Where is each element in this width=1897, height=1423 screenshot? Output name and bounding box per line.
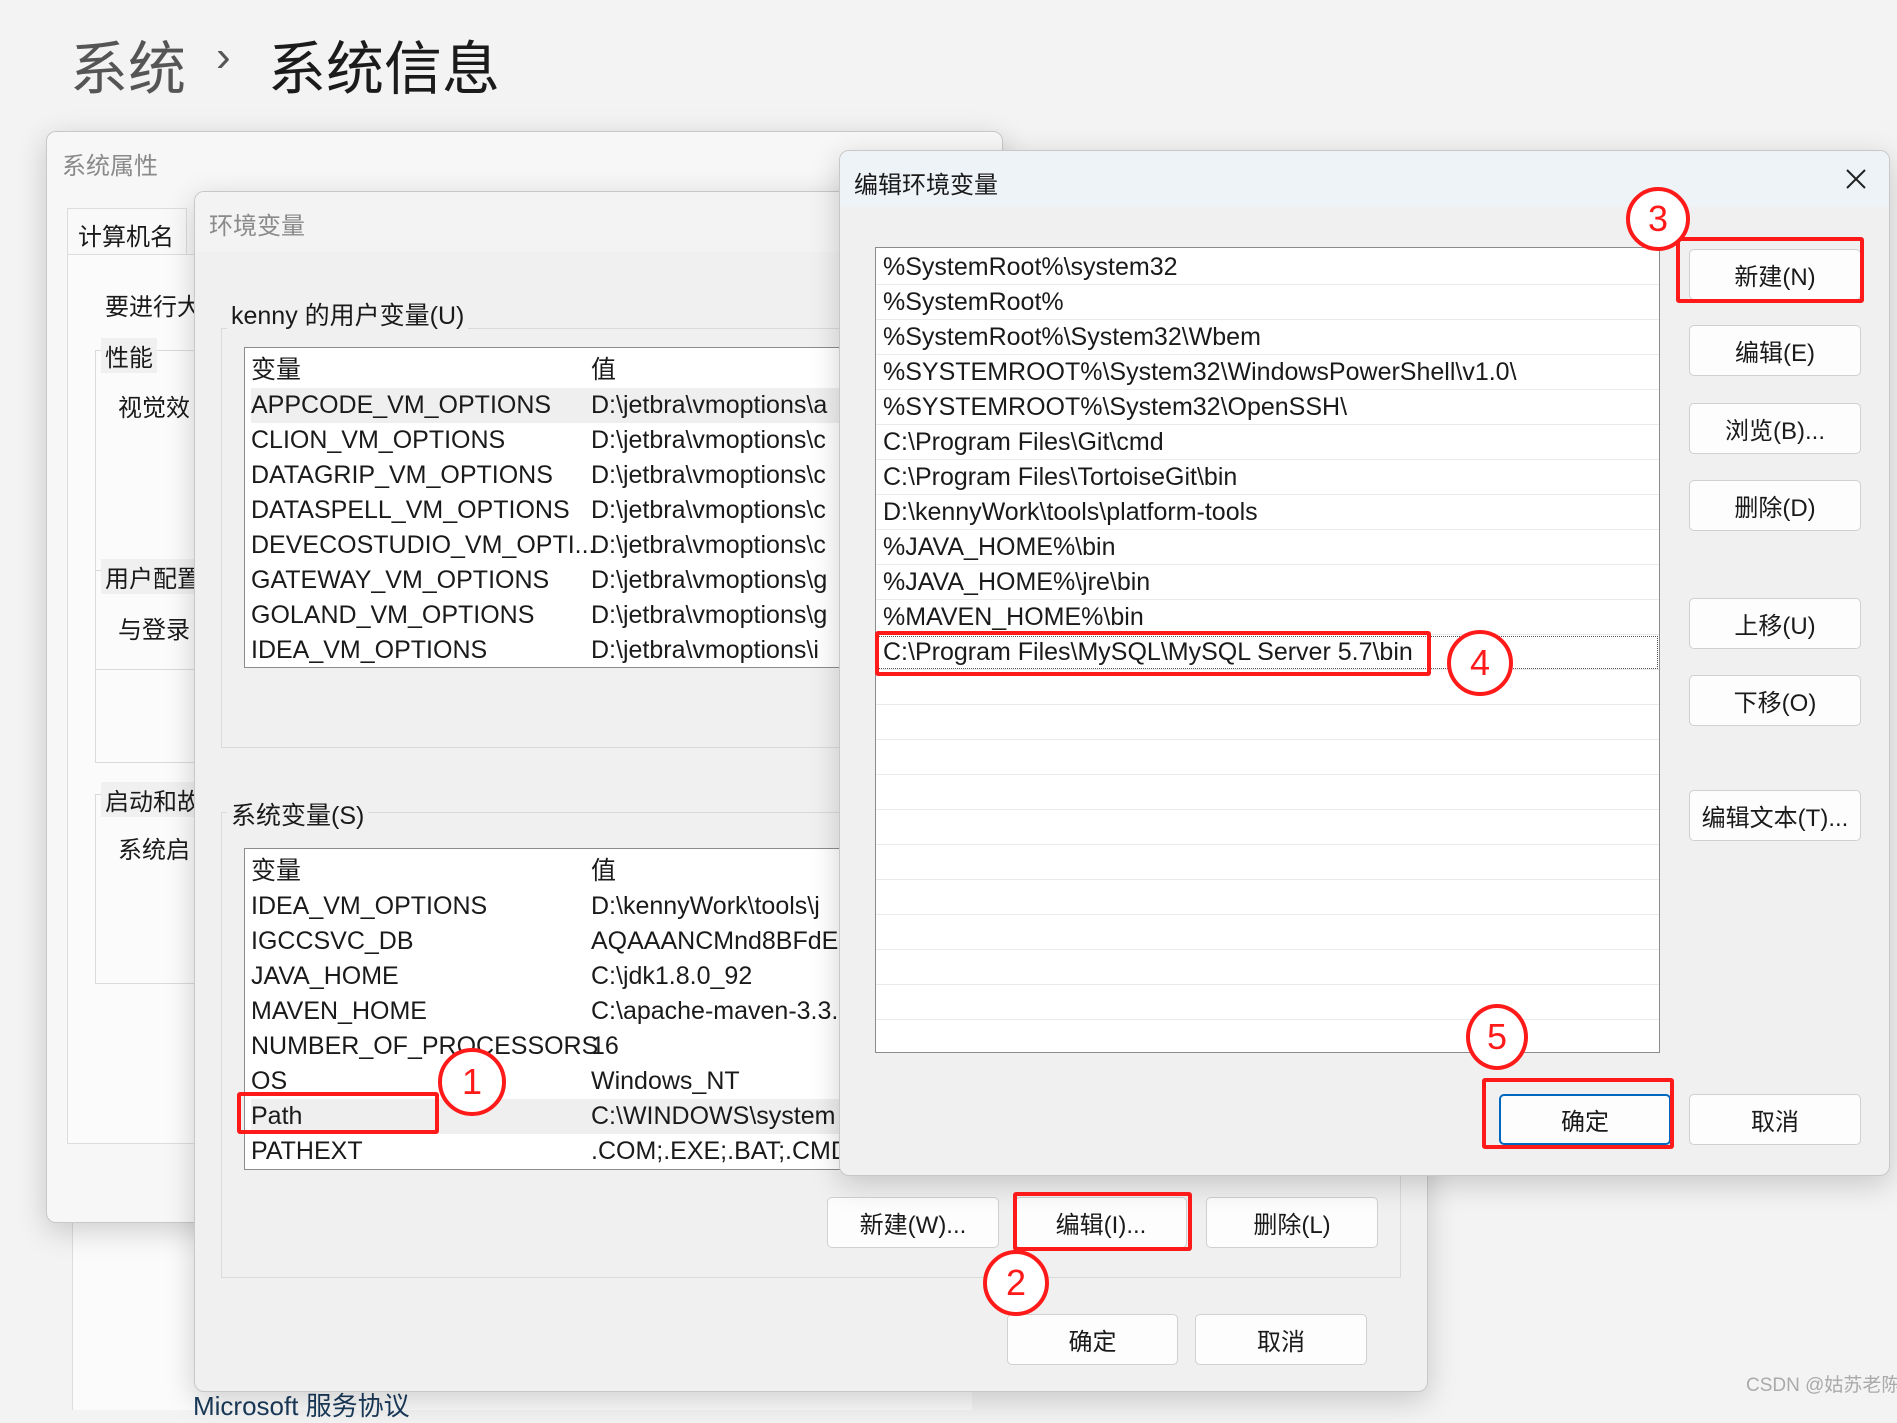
variable-value: D:\kennyWork\tools\j (591, 892, 820, 920)
variable-value: 16 (591, 1032, 619, 1060)
performance-text: 视觉效 (118, 395, 190, 422)
move-up-button[interactable]: 上移(U) (1689, 598, 1861, 649)
delete-path-button[interactable]: 删除(D) (1689, 480, 1861, 531)
empty-list-row[interactable] (876, 915, 1659, 950)
variable-name: DEVECOSTUDIO_VM_OPTI... (251, 531, 596, 559)
move-down-button[interactable]: 下移(O) (1689, 675, 1861, 726)
user-profiles-text: 与登录 (118, 617, 190, 644)
variable-name: GOLAND_VM_OPTIONS (251, 601, 535, 629)
empty-list-row[interactable] (876, 810, 1659, 845)
variable-value: D:\jetbra\vmoptions\g (591, 601, 828, 629)
cancel-button[interactable]: 取消 (1689, 1094, 1861, 1145)
variable-name: IDEA_VM_OPTIONS (251, 636, 488, 664)
user-profiles-label: 用户配置 (101, 559, 205, 594)
variable-value: D:\jetbra\vmoptions\c (591, 461, 826, 489)
page-title: 系统信息 (268, 37, 501, 102)
edit-text-button[interactable]: 编辑文本(T)... (1689, 790, 1861, 841)
variable-name: IGCCSVC_DB (251, 927, 414, 955)
variable-value: D:\jetbra\vmoptions\i (591, 636, 819, 664)
edit-path-button[interactable]: 编辑(E) (1689, 325, 1861, 376)
annotation-step-3: 3 (1626, 187, 1690, 251)
variable-value: D:\jetbra\vmoptions\c (591, 531, 826, 559)
variable-value: C:\jdk1.8.0_92 (591, 962, 753, 990)
annotation-highlight-new-button (1676, 237, 1864, 303)
performance-label: 性能 (101, 338, 157, 373)
variable-value: D:\jetbra\vmoptions\g (591, 566, 828, 594)
variable-name: APPCODE_VM_OPTIONS (251, 391, 552, 419)
empty-list-row[interactable] (876, 985, 1659, 1020)
variable-name: CLION_VM_OPTIONS (251, 426, 506, 454)
empty-list-row[interactable] (876, 705, 1659, 740)
variable-value: D:\jetbra\vmoptions\c (591, 426, 826, 454)
ok-button[interactable]: 确定 (1007, 1314, 1178, 1365)
dialog-title: 编辑环境变量 (854, 172, 998, 199)
breadcrumb-parent[interactable]: 系统 (70, 22, 186, 106)
close-icon[interactable] (1838, 161, 1874, 197)
annotation-highlight-edit-button (1013, 1192, 1192, 1251)
list-item[interactable]: D:\kennyWork\tools\platform-tools (876, 495, 1659, 530)
empty-list-row[interactable] (876, 845, 1659, 880)
delete-system-variable-button[interactable]: 删除(L) (1206, 1197, 1378, 1248)
system-variables-label: 系统变量(S) (227, 796, 369, 832)
variable-value: C:\WINDOWS\system (591, 1102, 836, 1130)
variable-name: DATASPELL_VM_OPTIONS (251, 496, 570, 524)
annotation-highlight-path-row (237, 1092, 439, 1134)
tab-computer-name[interactable]: 计算机名 (67, 208, 187, 254)
window-title: 环境变量 (209, 213, 305, 240)
variable-name: GATEWAY_VM_OPTIONS (251, 566, 550, 594)
browse-button[interactable]: 浏览(B)... (1689, 403, 1861, 454)
list-item[interactable]: %MAVEN_HOME%\bin (876, 600, 1659, 635)
annotation-highlight-new-path (875, 631, 1431, 676)
window-title: 系统属性 (62, 153, 158, 180)
variable-name: JAVA_HOME (251, 962, 399, 990)
list-item[interactable]: %SystemRoot%\system32 (876, 250, 1659, 285)
empty-list-row[interactable] (876, 950, 1659, 985)
annotation-step-2: 2 (983, 1250, 1049, 1316)
variable-name: NUMBER_OF_PROCESSORS (251, 1032, 599, 1060)
column-header-variable[interactable]: 变量 (251, 854, 301, 889)
empty-list-row[interactable] (876, 880, 1659, 915)
list-item[interactable]: %SystemRoot% (876, 285, 1659, 320)
empty-list-row[interactable] (876, 1020, 1659, 1052)
list-item[interactable]: %SYSTEMROOT%\System32\OpenSSH\ (876, 390, 1659, 425)
startup-label: 启动和故 (101, 782, 205, 817)
list-item[interactable]: C:\Program Files\TortoiseGit\bin (876, 460, 1659, 495)
variable-value: Windows_NT (591, 1067, 740, 1095)
watermark: CSDN @姑苏老陈 (1746, 1375, 1897, 1396)
column-header-value[interactable]: 值 (591, 353, 616, 388)
variable-value: C:\apache-maven-3.3. (591, 997, 839, 1025)
list-item[interactable]: %SYSTEMROOT%\System32\WindowsPowerShell\… (876, 355, 1659, 390)
startup-text: 系统启 (118, 837, 190, 864)
list-item[interactable]: C:\Program Files\Git\cmd (876, 425, 1659, 460)
empty-list-row[interactable] (876, 740, 1659, 775)
empty-list-row[interactable] (876, 775, 1659, 810)
annotation-step-4: 4 (1447, 630, 1513, 696)
variable-value: AQAAANCMnd8BFdE (591, 927, 839, 955)
variable-value: D:\jetbra\vmoptions\c (591, 496, 826, 524)
annotation-step-1: 1 (438, 1048, 506, 1116)
variable-name: IDEA_VM_OPTIONS (251, 892, 488, 920)
list-item[interactable]: %JAVA_HOME%\jre\bin (876, 565, 1659, 600)
variable-name: PATHEXT (251, 1137, 363, 1165)
variable-value: D:\jetbra\vmoptions\a (591, 391, 828, 419)
admin-note: 要进行大 (105, 294, 201, 321)
cancel-button[interactable]: 取消 (1195, 1314, 1367, 1365)
variable-name: DATAGRIP_VM_OPTIONS (251, 461, 553, 489)
variable-value: .COM;.EXE;.BAT;.CMD; (591, 1137, 856, 1165)
list-item[interactable]: %JAVA_HOME%\bin (876, 530, 1659, 565)
new-system-variable-button[interactable]: 新建(W)... (827, 1197, 999, 1248)
annotation-step-5: 5 (1466, 1004, 1528, 1070)
breadcrumb-separator-icon: › (216, 32, 231, 81)
user-variables-label: kenny 的用户变量(U) (227, 296, 469, 332)
tab-label: 计算机名 (78, 224, 174, 251)
column-header-variable[interactable]: 变量 (251, 353, 301, 388)
annotation-highlight-ok-button (1482, 1078, 1674, 1149)
list-item[interactable]: %SystemRoot%\System32\Wbem (876, 320, 1659, 355)
column-header-value[interactable]: 值 (591, 854, 616, 889)
variable-name: MAVEN_HOME (251, 997, 427, 1025)
